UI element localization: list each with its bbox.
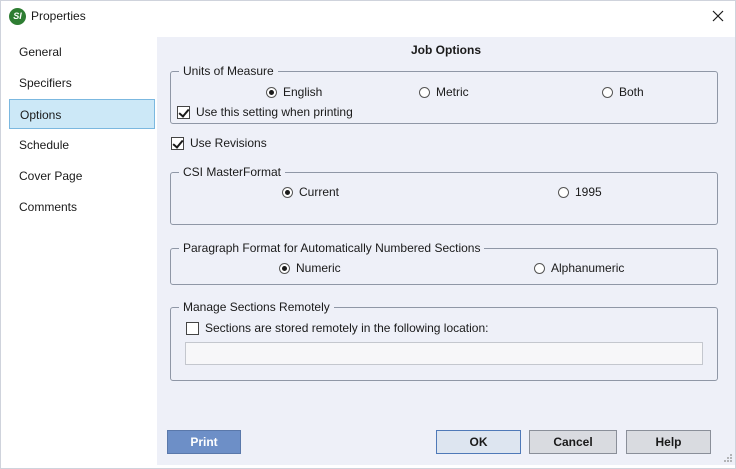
- sidebar-item-comments[interactable]: Comments: [9, 192, 155, 222]
- properties-dialog: SI Properties General Specifiers Options…: [0, 0, 736, 469]
- help-button[interactable]: Help: [626, 430, 711, 454]
- checkmark-icon: [177, 105, 190, 119]
- paragraph-numeric-radio[interactable]: Numeric: [279, 261, 341, 275]
- checkbox-empty-icon: [186, 321, 199, 335]
- csi-masterformat-group: CSI MasterFormat Current 1995: [170, 164, 718, 225]
- units-both-label: Both: [619, 85, 644, 99]
- radio-selected-icon: [282, 186, 293, 198]
- manage-sections-remotely-group: Manage Sections Remotely Sections are st…: [170, 299, 718, 381]
- checkmark-icon: [171, 136, 184, 150]
- units-both-radio[interactable]: Both: [602, 85, 644, 99]
- app-logo-icon: SI: [9, 8, 26, 25]
- title-bar[interactable]: SI Properties: [1, 1, 735, 32]
- units-metric-label: Metric: [436, 85, 469, 99]
- paragraph-alphanumeric-radio[interactable]: Alphanumeric: [534, 261, 624, 275]
- radio-unselected-icon: [534, 262, 545, 274]
- resize-grip-icon[interactable]: [723, 453, 733, 463]
- paragraph-alphanumeric-label: Alphanumeric: [551, 261, 625, 275]
- sidebar-item-general[interactable]: General: [9, 37, 155, 67]
- units-metric-radio[interactable]: Metric: [419, 85, 469, 99]
- close-icon: [712, 10, 724, 22]
- sidebar-item-schedule[interactable]: Schedule: [9, 130, 155, 160]
- sidebar-item-specifiers[interactable]: Specifiers: [9, 68, 155, 98]
- radio-unselected-icon: [602, 86, 613, 98]
- units-of-measure-group: Units of Measure English Metric Both Use…: [170, 63, 718, 124]
- sidebar-item-cover-page[interactable]: Cover Page: [9, 161, 155, 191]
- ok-button[interactable]: OK: [436, 430, 521, 454]
- paragraph-format-group: Paragraph Format for Automatically Numbe…: [170, 240, 718, 285]
- use-when-printing-label: Use this setting when printing: [196, 105, 353, 119]
- paragraph-numeric-label: Numeric: [296, 261, 341, 275]
- use-revisions-checkbox[interactable]: Use Revisions: [171, 136, 267, 150]
- stored-remotely-label: Sections are stored remotely in the foll…: [205, 321, 489, 335]
- csi-current-label: Current: [299, 185, 340, 199]
- page-title: Job Options: [411, 43, 481, 57]
- cancel-button[interactable]: Cancel: [529, 430, 617, 454]
- csi-masterformat-legend: CSI MasterFormat: [179, 164, 286, 180]
- window-title: Properties: [31, 9, 86, 23]
- sidebar-item-options[interactable]: Options: [9, 99, 155, 129]
- units-of-measure-legend: Units of Measure: [179, 63, 278, 79]
- radio-selected-icon: [279, 262, 290, 274]
- options-panel: Job Options Units of Measure English Met…: [157, 37, 735, 465]
- radio-unselected-icon: [419, 86, 430, 98]
- radio-unselected-icon: [558, 186, 569, 198]
- paragraph-format-legend: Paragraph Format for Automatically Numbe…: [179, 240, 485, 256]
- manage-sections-remotely-legend: Manage Sections Remotely: [179, 299, 334, 315]
- radio-selected-icon: [266, 86, 277, 98]
- use-revisions-label: Use Revisions: [190, 136, 267, 150]
- use-when-printing-checkbox[interactable]: Use this setting when printing: [177, 105, 353, 119]
- units-english-label: English: [283, 85, 323, 99]
- sidebar-nav: General Specifiers Options Schedule Cove…: [7, 37, 157, 465]
- csi-current-radio[interactable]: Current: [282, 185, 339, 199]
- print-button[interactable]: Print: [167, 430, 241, 454]
- close-button[interactable]: [707, 5, 729, 27]
- remote-location-input[interactable]: [185, 342, 703, 365]
- csi-1995-label: 1995: [575, 185, 602, 199]
- stored-remotely-checkbox[interactable]: Sections are stored remotely in the foll…: [186, 321, 488, 335]
- csi-1995-radio[interactable]: 1995: [558, 185, 602, 199]
- units-english-radio[interactable]: English: [266, 85, 322, 99]
